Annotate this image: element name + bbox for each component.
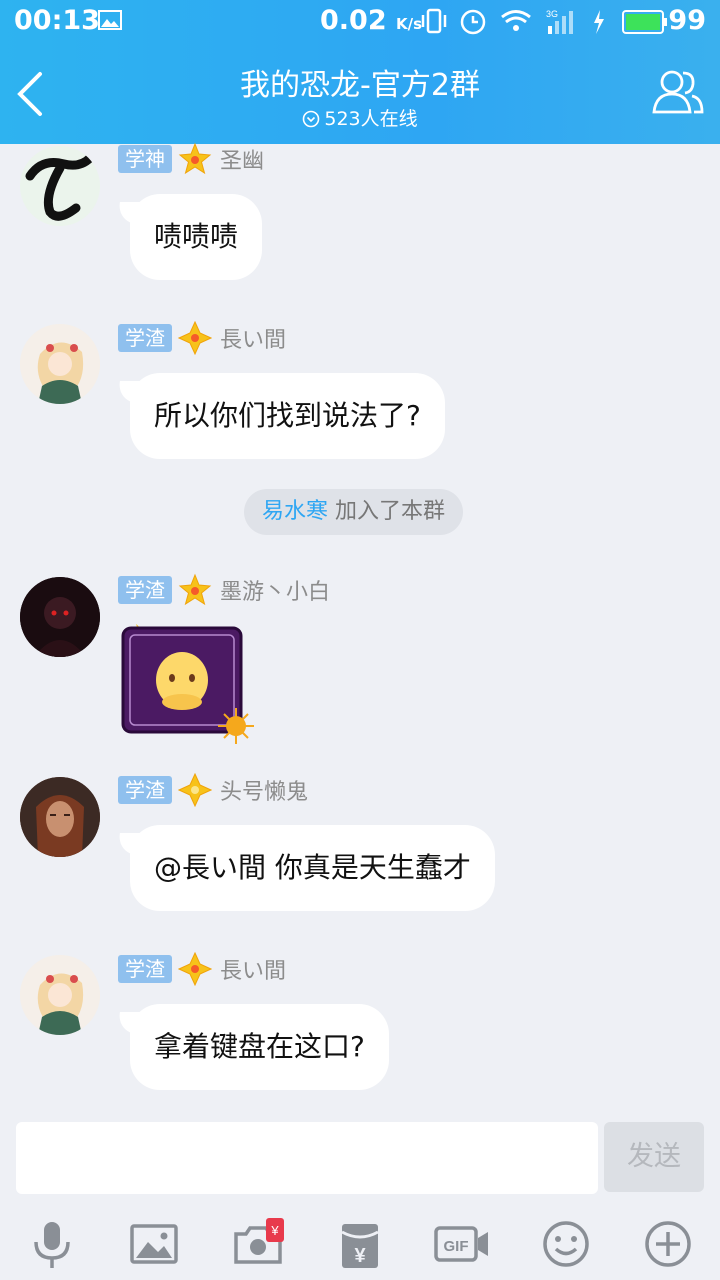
chevron-down-circle-icon	[303, 110, 320, 128]
sender-name[interactable]: 墨游丶小白	[220, 574, 330, 606]
input-toolbar: ¥ ¥ GIF	[0, 1208, 720, 1280]
emoji-icon[interactable]	[538, 1216, 594, 1272]
star-rank-icon	[178, 573, 212, 606]
group-title[interactable]: 我的恐龙-官方2群	[0, 60, 720, 104]
level-badge: 学渣	[118, 324, 172, 352]
vibrate-icon	[421, 8, 447, 34]
camera-icon[interactable]: ¥	[230, 1216, 286, 1272]
group-members-icon[interactable]	[652, 68, 704, 116]
sticker-message[interactable]	[120, 620, 260, 750]
diamond-rank-icon	[178, 321, 212, 355]
input-bar: 发送	[0, 1108, 720, 1208]
battery-percent: 99	[668, 5, 706, 36]
status-bar: 00:13 0.02 K/s 3G 99	[0, 0, 720, 44]
battery-icon	[594, 10, 604, 34]
level-badge: 学渣	[118, 955, 172, 983]
message-bubble[interactable]: 所以你们找到说法了?	[130, 373, 445, 459]
sender-meta: 学渣 头号懒鬼	[118, 773, 308, 807]
gif-icon[interactable]: GIF	[434, 1216, 490, 1272]
alarm-icon	[460, 9, 486, 35]
diamond-rank-icon	[178, 952, 212, 986]
system-action: 加入了本群	[328, 499, 446, 524]
status-time: 00:13	[14, 5, 100, 36]
avatar[interactable]	[20, 777, 100, 857]
sender-name[interactable]: 長い間	[220, 953, 286, 985]
message-bubble[interactable]: @長い間 你真是天生蠢才	[130, 825, 495, 911]
chat-header: 我的恐龙-官方2群 523人在线	[0, 44, 720, 144]
sender-name[interactable]: 圣幽	[220, 143, 264, 175]
diamond-rank-icon	[178, 773, 212, 807]
message-bubble[interactable]: 拿着键盘在这口?	[130, 1004, 389, 1090]
avatar[interactable]	[20, 324, 100, 404]
image-icon[interactable]	[126, 1216, 182, 1272]
sender-name[interactable]: 头号懒鬼	[220, 774, 308, 806]
level-badge: 学渣	[118, 576, 172, 604]
svg-text:3G: 3G	[546, 9, 558, 19]
svg-text:¥: ¥	[354, 1245, 366, 1267]
mic-icon[interactable]	[24, 1216, 80, 1272]
sender-meta: 学渣 墨游丶小白	[118, 573, 330, 606]
net-speed-value: 0.02	[320, 5, 387, 36]
star-rank-icon	[178, 142, 212, 175]
joined-user-link[interactable]: 易水寒	[262, 499, 328, 524]
message-bubble[interactable]: 啧啧啧	[130, 194, 263, 280]
plus-icon[interactable]	[640, 1216, 696, 1272]
battery-level-icon	[622, 10, 667, 34]
wifi-icon	[501, 10, 531, 31]
avatar[interactable]	[20, 577, 100, 657]
signal-icon: 3G	[546, 9, 573, 34]
sender-meta: 学渣 長い間	[118, 321, 286, 355]
avatar[interactable]	[20, 955, 100, 1035]
sender-name[interactable]: 長い間	[220, 322, 286, 354]
online-count[interactable]: 523人在线	[0, 104, 720, 131]
red-packet-icon[interactable]: ¥	[332, 1216, 388, 1272]
send-button[interactable]: 发送	[604, 1122, 704, 1192]
top-bar: 00:13 0.02 K/s 3G 99 我的恐龙-官方2群 523人在线	[0, 0, 720, 144]
svg-text:¥: ¥	[270, 1223, 279, 1238]
sender-meta: 学神 圣幽	[118, 142, 264, 175]
avatar[interactable]	[20, 146, 100, 226]
net-speed: 0.02 K/s	[320, 5, 422, 36]
status-icons: 3G	[421, 8, 604, 35]
system-notice: 易水寒 加入了本群	[244, 489, 464, 535]
level-badge: 学神	[118, 145, 172, 173]
net-speed-unit: K/s	[396, 15, 423, 33]
sender-meta: 学渣 長い間	[118, 952, 286, 986]
svg-text:GIF: GIF	[444, 1238, 469, 1255]
online-count-label: 523人在线	[324, 108, 418, 130]
level-badge: 学渣	[118, 776, 172, 804]
message-input[interactable]	[16, 1122, 598, 1194]
image-notification-icon	[98, 10, 122, 30]
